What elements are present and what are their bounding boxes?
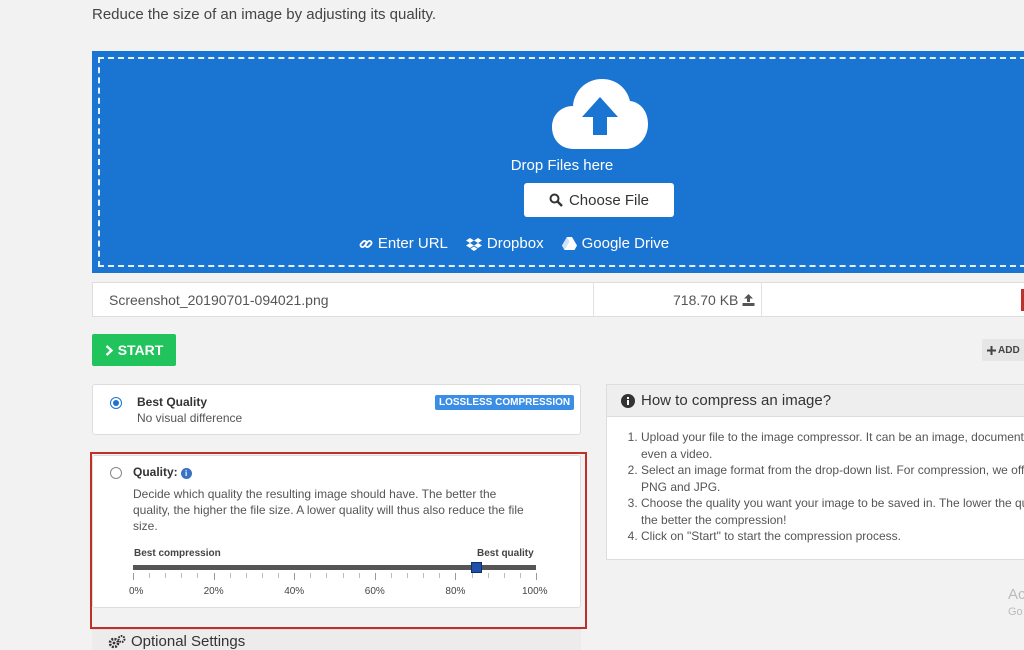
best-quality-title: Best Quality	[137, 395, 208, 409]
plus-icon	[987, 345, 996, 355]
howto-step: Choose the quality you want your image t…	[641, 495, 1024, 528]
info-circle-icon	[621, 393, 635, 408]
file-row-divider	[761, 283, 762, 316]
choose-file-button[interactable]: Choose File	[524, 183, 674, 217]
link-icon	[359, 239, 373, 248]
drop-files-text: Drop Files here	[510, 157, 614, 174]
file-row: Screenshot_20190701-094021.png 718.70 KB	[92, 282, 1024, 317]
dropbox-link[interactable]: Dropbox	[465, 235, 544, 252]
watermark-line-2: Go	[1008, 606, 1023, 618]
page-intro: Reduce the size of an image by adjusting…	[92, 6, 437, 23]
best-quality-subtitle: No visual difference	[137, 411, 243, 425]
start-label: START	[117, 342, 164, 358]
howto-steps: Upload your file to the image compressor…	[641, 429, 1024, 545]
optional-settings-label: Optional Settings	[131, 633, 246, 650]
file-size: 718.70 KB	[673, 292, 755, 308]
howto-step: Click on "Start" to start the compressio…	[641, 528, 1024, 545]
enter-url-label: Enter URL	[377, 235, 448, 252]
drop-zone-border: Drop Files here Choose File Enter URL Dr…	[98, 57, 1024, 267]
dropbox-label: Dropbox	[486, 235, 544, 252]
add-more-files-button[interactable]: ADD	[982, 339, 1024, 361]
drop-zone[interactable]: Drop Files here Choose File Enter URL Dr…	[92, 51, 1024, 273]
chevron-right-icon	[105, 344, 113, 356]
choose-file-label: Choose File	[568, 191, 650, 209]
upload-sources: Enter URL Dropbox Google Drive	[100, 235, 1024, 252]
best-quality-option[interactable]: Best Quality No visual difference LOSSLE…	[92, 384, 581, 435]
howto-header: How to compress an image?	[607, 385, 1024, 417]
lossless-badge: LOSSLESS COMPRESSION	[435, 395, 575, 410]
gears-icon	[108, 634, 126, 648]
enter-url-link[interactable]: Enter URL	[359, 235, 448, 252]
file-name: Screenshot_20190701-094021.png	[109, 292, 329, 308]
google-drive-link[interactable]: Google Drive	[561, 235, 670, 252]
google-drive-label: Google Drive	[581, 235, 670, 252]
howto-panel: How to compress an image? Upload your fi…	[606, 384, 1024, 560]
highlight-box	[90, 452, 587, 629]
optional-settings-row: Optional Settings	[108, 633, 245, 650]
dropbox-icon	[465, 237, 482, 251]
howto-title: How to compress an image?	[641, 392, 832, 409]
search-icon	[549, 193, 563, 207]
start-button[interactable]: START	[92, 334, 176, 366]
file-row-divider	[593, 283, 594, 316]
howto-step: Select an image format from the drop-dow…	[641, 462, 1024, 495]
optional-settings-header[interactable]: Optional Settings	[92, 629, 581, 650]
add-label: ADD	[998, 344, 1020, 356]
google-drive-icon	[561, 237, 577, 250]
best-quality-radio[interactable]	[110, 397, 122, 409]
howto-step: Upload your file to the image compressor…	[641, 429, 1024, 462]
watermark-line-1: Ac	[1008, 586, 1024, 603]
upload-icon	[742, 294, 755, 306]
file-size-value: 718.70 KB	[673, 292, 739, 308]
cloud-upload-icon	[552, 79, 648, 149]
